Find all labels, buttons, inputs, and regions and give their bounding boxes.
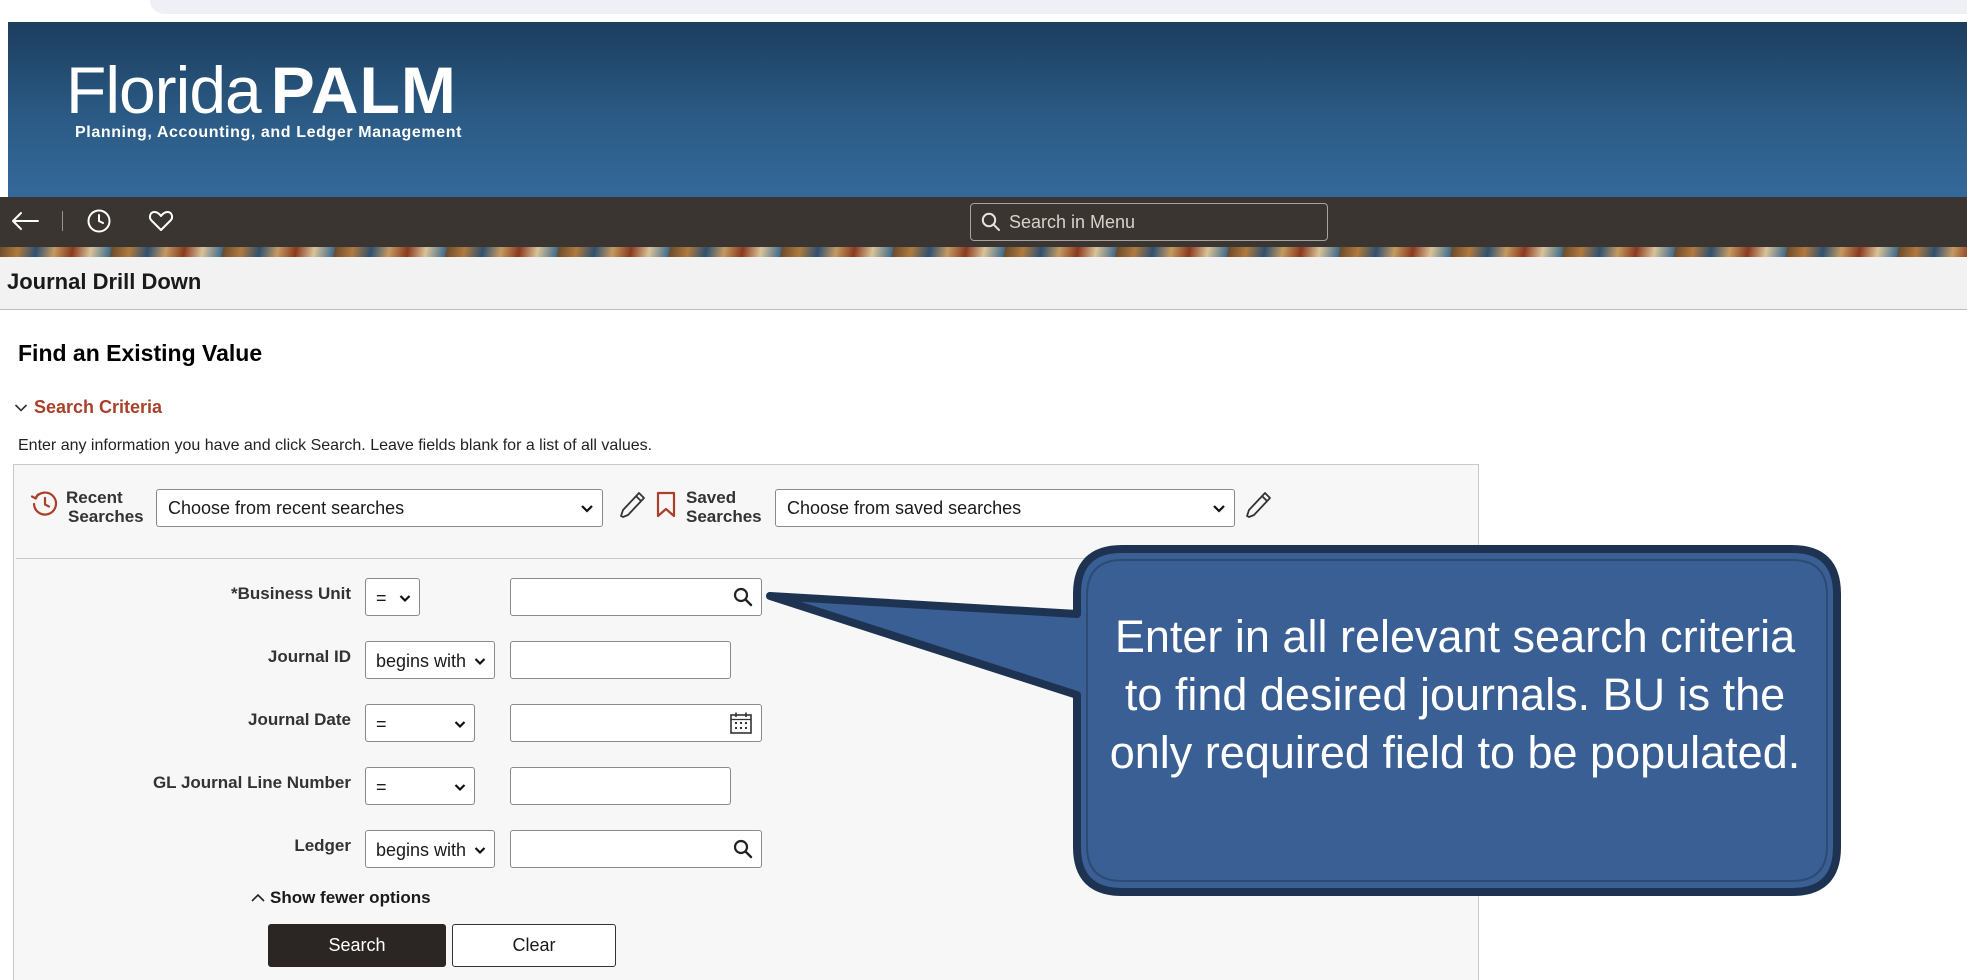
recent-searches-select[interactable]: Choose from recent searches	[156, 489, 603, 527]
ledger-operator-value: begins with	[376, 840, 467, 860]
edit-recent-pencil-icon[interactable]	[617, 489, 647, 521]
page-title: Journal Drill Down	[7, 269, 202, 294]
recent-searches-label: Recent Searches	[66, 488, 144, 526]
search-in-menu-input[interactable]	[1009, 211, 1309, 233]
section-title: Find an Existing Value	[18, 340, 263, 366]
calendar-icon[interactable]	[729, 711, 753, 735]
logo-tagline: Planning, Accounting, and Ledger Managem…	[75, 124, 463, 141]
clear-button[interactable]: Clear	[452, 924, 616, 967]
saved-searches-value: Choose from saved searches	[787, 498, 1022, 518]
journal-date-operator-value: =	[376, 714, 387, 734]
saved-searches-label: Saved Searches	[686, 488, 762, 526]
logo-wordmark: Florida PALM	[66, 52, 462, 128]
panel-divider	[16, 558, 1476, 559]
business-unit-input[interactable]	[510, 578, 762, 616]
search-in-menu[interactable]	[970, 203, 1328, 241]
chevron-down-icon	[454, 784, 466, 792]
back-arrow-icon[interactable]	[8, 206, 42, 236]
history-clock-icon[interactable]	[84, 206, 114, 236]
business-unit-label: *Business Unit	[231, 584, 351, 603]
florida-palm-logo: Florida PALM Planning, Accounting, and L…	[66, 52, 462, 142]
chevron-down-icon	[1213, 505, 1225, 513]
chevron-down-icon	[581, 505, 593, 513]
journal-id-operator[interactable]: begins with	[365, 641, 495, 679]
show-fewer-options-label: Show fewer options	[270, 888, 431, 907]
bookmark-icon	[656, 491, 676, 518]
callout-text: Enter in all relevant search criteria to…	[1109, 611, 1801, 778]
search-icon	[981, 212, 1000, 231]
business-unit-operator-value: =	[376, 588, 387, 608]
favorites-heart-icon[interactable]	[146, 206, 176, 236]
journal-id-label: Journal ID	[267, 647, 351, 666]
show-fewer-options-link[interactable]: Show fewer options	[250, 888, 431, 908]
lookup-search-icon[interactable]	[733, 839, 753, 859]
recent-searches-value: Choose from recent searches	[168, 498, 405, 518]
journal-id-operator-value: begins with	[376, 651, 467, 671]
saved-label-line2: Searches	[686, 507, 762, 526]
search-criteria-toggle[interactable]: Search Criteria	[14, 397, 162, 418]
header-banner: Florida PALM Planning, Accounting, and L…	[8, 22, 1967, 197]
chevron-down-icon	[14, 403, 28, 412]
ledger-operator[interactable]: begins with	[365, 830, 495, 868]
chevron-down-icon	[454, 721, 466, 729]
business-unit-operator[interactable]: =	[365, 578, 420, 616]
journal-date-label: Journal Date	[248, 710, 351, 729]
recent-label-line2: Searches	[68, 507, 144, 526]
gl-journal-line-number-label: GL Journal Line Number	[152, 773, 351, 792]
browser-top-strip	[0, 0, 1967, 22]
gl-journal-line-number-input[interactable]	[510, 767, 731, 805]
logo-word-florida: Florida	[66, 53, 262, 127]
edit-saved-pencil-icon[interactable]	[1243, 489, 1273, 521]
journal-date-operator[interactable]: =	[365, 704, 475, 742]
logo-word-palm: PALM	[270, 53, 457, 127]
ledger-input[interactable]	[510, 830, 762, 868]
search-button[interactable]: Search	[268, 924, 446, 967]
search-criteria-label: Search Criteria	[34, 397, 163, 417]
lookup-search-icon[interactable]	[733, 587, 753, 607]
page-title-bar	[0, 257, 1967, 310]
saved-searches-select[interactable]: Choose from saved searches	[775, 489, 1235, 527]
journal-id-input[interactable]	[510, 641, 731, 679]
search-instructions: Enter any information you have and click…	[18, 437, 653, 454]
chevron-down-icon	[399, 595, 411, 603]
ledger-label: Ledger	[294, 836, 351, 855]
recent-label-line1: Recent	[66, 488, 123, 507]
recent-searches-icon	[30, 491, 58, 516]
chevron-up-icon	[251, 893, 265, 902]
chevron-down-icon	[474, 847, 486, 855]
saved-label-line1: Saved	[686, 488, 737, 507]
chevron-down-icon	[474, 658, 486, 666]
navbar-decorative-band	[0, 247, 1967, 257]
gl-journal-line-number-operator-value: =	[376, 777, 387, 797]
gl-journal-line-number-operator[interactable]: =	[365, 767, 475, 805]
journal-date-input[interactable]	[510, 704, 762, 742]
tab-edge	[150, 0, 1967, 14]
navbar-separator	[62, 211, 63, 231]
